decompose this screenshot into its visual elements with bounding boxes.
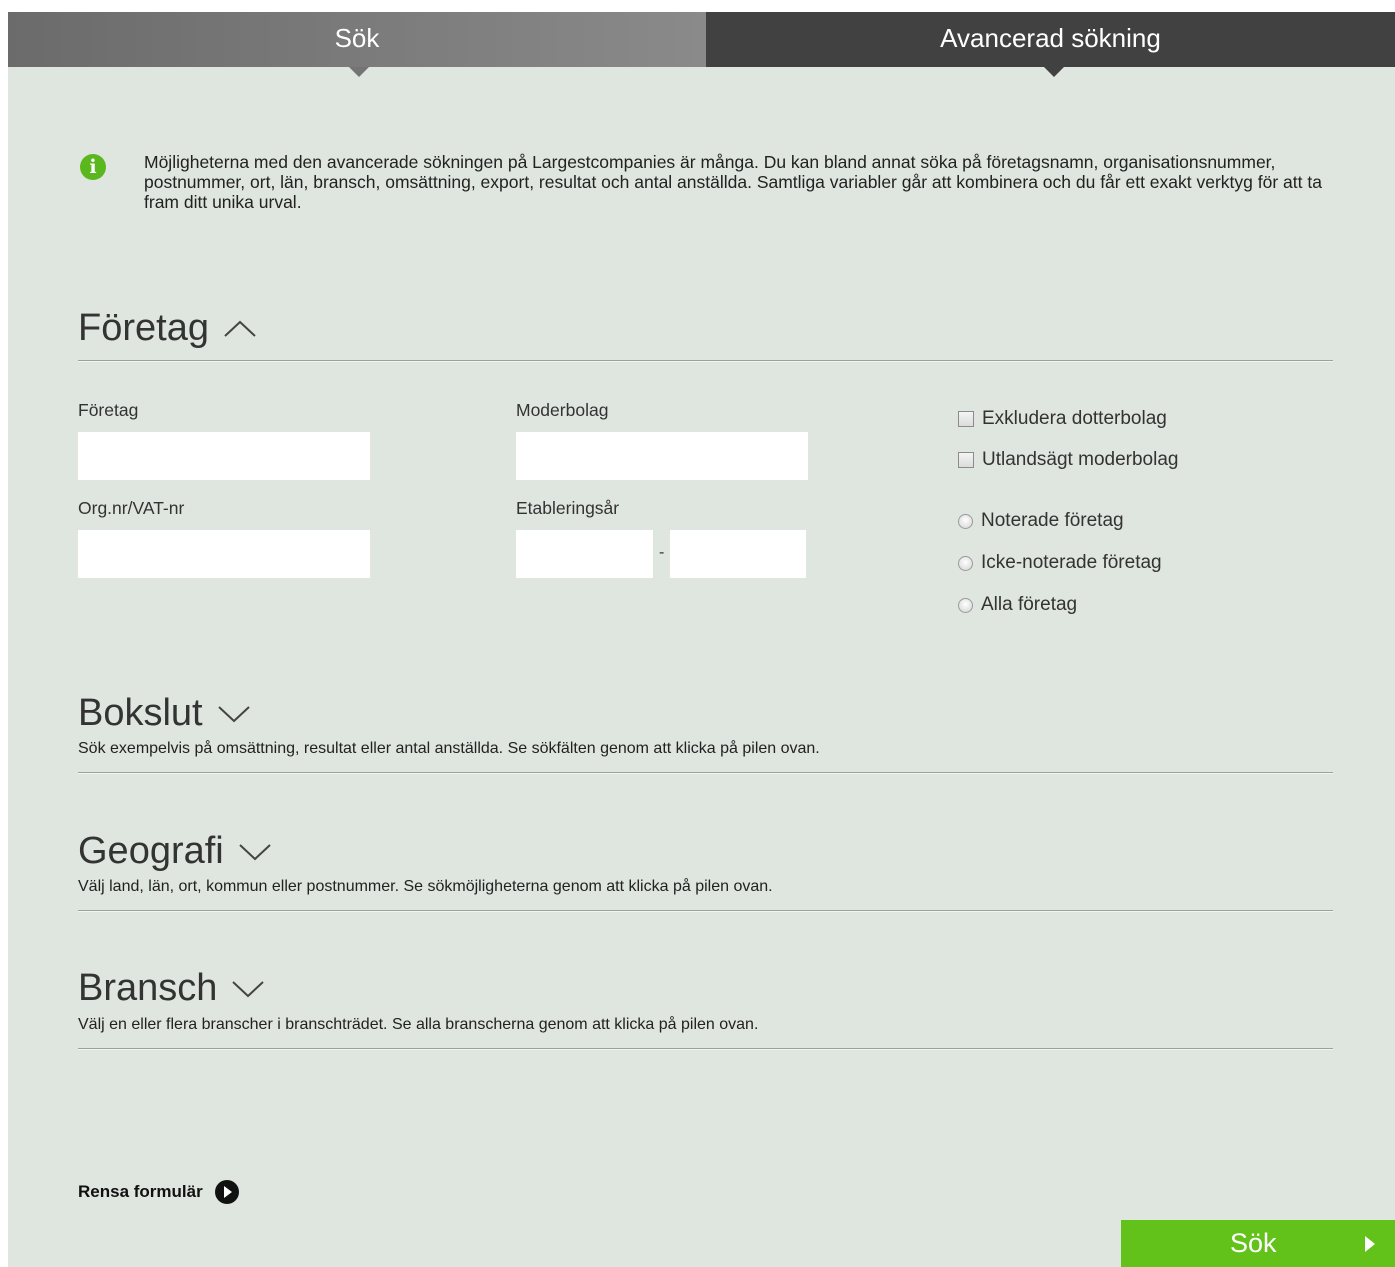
exclude-subsidiaries-checkbox[interactable]: [958, 411, 974, 427]
chevron-down-icon: [217, 703, 251, 725]
established-year-label: Etableringsår: [516, 498, 620, 518]
parent-company-label: Moderbolag: [516, 400, 609, 420]
tab-pointer-active: [1044, 67, 1064, 77]
foreign-parent-option[interactable]: Utlandsägt moderbolag: [958, 449, 1178, 471]
exclude-subsidiaries-label: Exkludera dotterbolag: [982, 408, 1167, 429]
advanced-search-panel: Sök Avancerad sökning i Möjligheterna me…: [8, 12, 1395, 1267]
section-toggle-geografi[interactable]: Geografi: [78, 830, 272, 873]
tab-advanced-search[interactable]: Avancerad sökning: [706, 12, 1395, 67]
chevron-down-icon: [238, 841, 272, 863]
unlisted-companies-radio[interactable]: [958, 555, 973, 571]
section-divider: [78, 360, 1333, 362]
company-input[interactable]: [78, 432, 370, 480]
all-companies-label: Alla företag: [981, 594, 1078, 615]
tab-pointer: [349, 67, 369, 77]
info-icon: i: [80, 154, 106, 180]
section-title-bransch: Bransch: [78, 967, 218, 1009]
company-label: Företag: [78, 400, 139, 420]
search-submit-button[interactable]: Sök: [1121, 1220, 1395, 1267]
section-toggle-bokslut[interactable]: Bokslut: [78, 692, 251, 735]
section-divider: [78, 1048, 1333, 1050]
listed-companies-radio[interactable]: [958, 513, 973, 529]
listed-companies-option[interactable]: Noterade företag: [958, 510, 1124, 532]
section-desc-bokslut: Sök exempelvis på omsättning, resultat e…: [78, 740, 820, 757]
section-desc-geografi: Välj land, län, ort, kommun eller postnu…: [78, 878, 773, 895]
exclude-subsidiaries-option[interactable]: Exkludera dotterbolag: [958, 408, 1167, 430]
info-text: Möjligheterna med den avancerade sökning…: [144, 152, 1322, 212]
unlisted-companies-option[interactable]: Icke-noterade företag: [958, 552, 1162, 574]
section-toggle-foretag[interactable]: Företag: [78, 307, 257, 350]
tab-search[interactable]: Sök: [8, 12, 706, 67]
reset-form-button[interactable]: Rensa formulär: [78, 1180, 239, 1204]
all-companies-option[interactable]: Alla företag: [958, 594, 1077, 616]
parent-company-input[interactable]: [516, 432, 808, 480]
year-from-input[interactable]: [516, 530, 653, 578]
search-submit-label: Sök: [1230, 1228, 1277, 1258]
orgnr-input[interactable]: [78, 530, 370, 578]
all-companies-radio[interactable]: [958, 597, 973, 613]
section-divider: [78, 910, 1333, 912]
arrow-right-circle-icon: [214, 1180, 239, 1204]
chevron-up-icon: [223, 318, 257, 340]
section-toggle-bransch[interactable]: Bransch: [78, 967, 265, 1010]
section-desc-bransch: Välj en eller flera branscher i branscht…: [78, 1016, 759, 1033]
section-divider: [78, 772, 1333, 774]
chevron-down-icon: [231, 978, 265, 1000]
arrow-right-icon: [1365, 1236, 1375, 1252]
orgnr-label: Org.nr/VAT-nr: [78, 498, 185, 518]
reset-form-label: Rensa formulär: [78, 1182, 203, 1201]
listed-companies-label: Noterade företag: [981, 510, 1124, 531]
section-title-geografi: Geografi: [78, 830, 224, 872]
foreign-parent-checkbox[interactable]: [958, 452, 974, 468]
section-title-foretag: Företag: [78, 307, 209, 349]
unlisted-companies-label: Icke-noterade företag: [981, 552, 1162, 573]
section-title-bokslut: Bokslut: [78, 692, 203, 734]
year-to-input[interactable]: [670, 530, 806, 578]
search-tabs: Sök Avancerad sökning: [8, 12, 1395, 77]
foreign-parent-label: Utlandsägt moderbolag: [982, 449, 1179, 470]
year-range-separator: -: [659, 544, 665, 561]
